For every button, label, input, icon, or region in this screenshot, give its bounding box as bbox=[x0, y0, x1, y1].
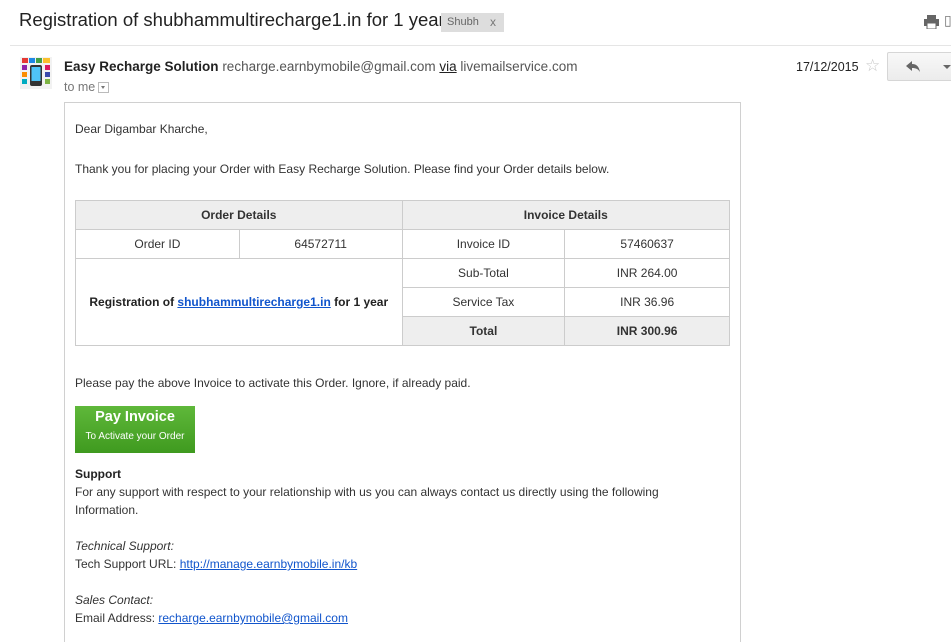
total-value: INR 300.96 bbox=[564, 316, 730, 346]
sales-contact-line: Email Address: recharge.earnbymobile@gma… bbox=[75, 611, 348, 625]
sender-line: Easy Recharge Solution recharge.earnbymo… bbox=[64, 59, 577, 74]
support-heading: Support bbox=[75, 467, 121, 481]
sales-heading-text: Sales Contact: bbox=[75, 593, 154, 607]
support-text: For any support with respect to your rel… bbox=[75, 485, 659, 517]
desc-suffix: for 1 year bbox=[330, 295, 389, 309]
details-dropdown-icon[interactable] bbox=[98, 82, 110, 94]
desc-prefix: Registration of bbox=[89, 295, 178, 309]
total-label: Total bbox=[401, 316, 566, 346]
pay-invoice-button[interactable]: Pay Invoice To Activate your Order bbox=[75, 406, 195, 453]
sales-email-label: Email Address: bbox=[75, 611, 159, 625]
order-description: Registration of shubhammultirecharge1.in… bbox=[75, 258, 403, 346]
via-link[interactable]: via bbox=[439, 59, 456, 74]
thread-subject: Registration of shubhammultirecharge1.in… bbox=[19, 9, 445, 30]
remove-label-button[interactable]: x bbox=[490, 13, 496, 32]
message-date: 17/12/2015 bbox=[796, 60, 859, 74]
label-chip-text: Shubh bbox=[447, 16, 479, 28]
sales-email-link[interactable]: recharge.earnbymobile@gmail.com bbox=[158, 611, 348, 625]
sender-name[interactable]: Easy Recharge Solution bbox=[64, 59, 219, 74]
greeting: Dear Digambar Kharche, bbox=[75, 122, 208, 136]
sender-avatar[interactable] bbox=[20, 57, 52, 89]
reply-icon bbox=[906, 61, 920, 72]
subtotal-label: Sub-Total bbox=[401, 258, 566, 288]
order-id-value: 64572711 bbox=[238, 229, 403, 259]
pay-button-title: Pay Invoice bbox=[95, 409, 175, 425]
sender-email[interactable]: recharge.earnbymobile@gmail.com bbox=[222, 59, 435, 74]
tax-value: INR 36.96 bbox=[564, 287, 730, 317]
tech-heading-text: Technical Support: bbox=[75, 539, 174, 553]
reply-button[interactable] bbox=[887, 52, 940, 81]
header-divider bbox=[10, 45, 951, 46]
recipient-text: to me bbox=[64, 80, 96, 94]
order-id-label: Order ID bbox=[75, 229, 240, 259]
invoice-id-label: Invoice ID bbox=[401, 229, 566, 259]
invoice-id-value: 57460637 bbox=[564, 229, 730, 259]
recipient-line: to me bbox=[64, 80, 110, 94]
pay-note: Please pay the above Invoice to activate… bbox=[75, 376, 471, 390]
print-icon[interactable] bbox=[924, 15, 939, 29]
more-actions-button[interactable] bbox=[939, 52, 951, 81]
tech-support-line: Tech Support URL: http://manage.earnbymo… bbox=[75, 557, 357, 571]
tech-support-link[interactable]: http://manage.earnbymobile.in/kb bbox=[180, 557, 357, 571]
subject-bar: Registration of shubhammultirecharge1.in… bbox=[0, 0, 951, 44]
tech-support-heading: Technical Support: bbox=[75, 539, 174, 553]
subtotal-value: INR 264.00 bbox=[564, 258, 730, 288]
open-new-window-icon[interactable]: ▯ bbox=[944, 12, 951, 29]
intro-text: Thank you for placing your Order with Ea… bbox=[75, 162, 610, 176]
order-details-header: Order Details bbox=[75, 200, 403, 230]
star-icon[interactable]: ☆ bbox=[865, 56, 880, 76]
via-domain: livemailservice.com bbox=[460, 59, 578, 74]
tax-label: Service Tax bbox=[401, 287, 566, 317]
tech-url-label: Tech Support URL: bbox=[75, 557, 180, 571]
invoice-table: Order Details Invoice Details Order ID 6… bbox=[75, 200, 731, 346]
domain-link[interactable]: shubhammultirecharge1.in bbox=[177, 295, 330, 309]
label-chip[interactable]: Shubh x bbox=[441, 13, 504, 32]
pay-button-subtitle: To Activate your Order bbox=[85, 431, 185, 442]
invoice-details-header: Invoice Details bbox=[401, 200, 731, 230]
sales-contact-heading: Sales Contact: bbox=[75, 593, 153, 607]
